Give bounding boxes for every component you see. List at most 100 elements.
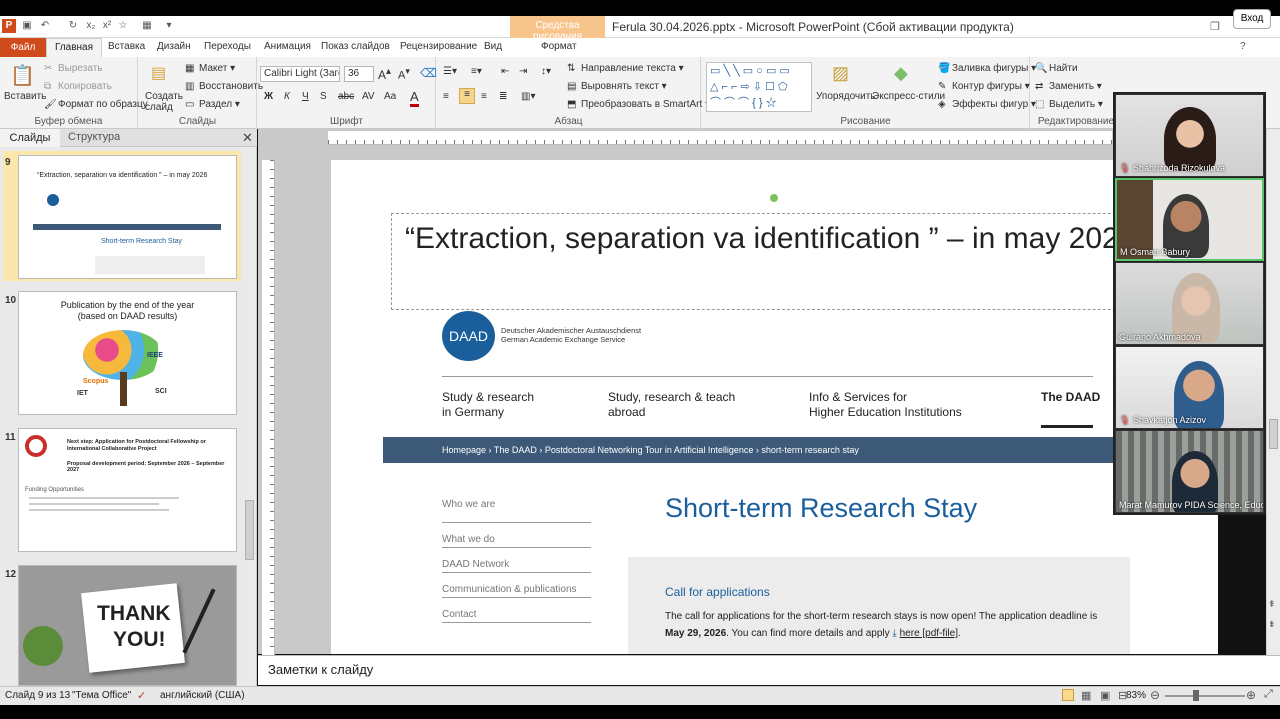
participant-tile[interactable]: Gulrano Akhmadova bbox=[1115, 262, 1264, 345]
tab-design[interactable]: Дизайн bbox=[157, 41, 191, 52]
participant-tile[interactable]: 🎙 Shavkatjon Azizov bbox=[1115, 346, 1264, 429]
shape-effects-button[interactable]: ◈ Эффекты фигур ▾ bbox=[938, 99, 1036, 110]
bullets-icon[interactable]: ☰▾ bbox=[443, 66, 457, 77]
participant-tile[interactable]: Marat Mamurov PIDA Science, Educ... bbox=[1115, 430, 1264, 513]
reading-view-icon[interactable]: ▣ bbox=[1100, 689, 1110, 702]
tab-view[interactable]: Вид bbox=[484, 41, 502, 52]
tab-insert[interactable]: Вставка bbox=[108, 41, 145, 52]
participant-tile[interactable]: 🎙 Shahrizoda Rizokulova bbox=[1115, 94, 1264, 177]
slide-canvas[interactable]: “Extraction, separation va identificatio… bbox=[331, 160, 1218, 654]
tab-home-active[interactable]: Главная bbox=[46, 38, 102, 57]
side-menu-item[interactable]: What we do bbox=[442, 523, 591, 548]
columns-icon[interactable]: ▥▾ bbox=[521, 91, 535, 102]
vertical-ruler[interactable] bbox=[262, 160, 275, 655]
shape-fill-button[interactable]: 🪣 Заливка фигуры ▾ bbox=[938, 63, 1036, 74]
side-menu-item[interactable]: DAAD Network bbox=[442, 548, 591, 573]
arrange-button[interactable]: Упорядочить bbox=[816, 91, 876, 102]
nav-item-study-germany[interactable]: Study & research in Germany bbox=[442, 390, 534, 420]
paste-icon[interactable]: 📋 bbox=[10, 63, 35, 88]
justify-icon[interactable]: ≣ bbox=[499, 91, 507, 102]
format-painter-button[interactable]: 🖌Формат по образцу bbox=[44, 99, 148, 110]
normal-view-icon[interactable] bbox=[1062, 689, 1074, 701]
call-link[interactable]: here [pdf-file] bbox=[900, 628, 958, 639]
redo-icon[interactable]: ↻ bbox=[66, 19, 80, 33]
table-icon[interactable]: ▦ bbox=[140, 19, 154, 33]
italic-button[interactable]: К bbox=[284, 91, 290, 102]
slide-thumbnail-12[interactable]: THANK YOU! bbox=[18, 565, 237, 686]
underline-button[interactable]: Ч bbox=[302, 91, 309, 102]
spellcheck-icon[interactable]: ✓ bbox=[137, 689, 146, 702]
align-center-icon[interactable]: ≡ bbox=[459, 88, 475, 104]
restore-icon[interactable]: ❐ bbox=[1210, 20, 1220, 33]
replace-button[interactable]: ⇄ Заменить ▾ bbox=[1035, 81, 1102, 92]
subscript-icon[interactable]: x₂ bbox=[84, 19, 98, 33]
section-button[interactable]: ▭ Раздел ▾ bbox=[185, 99, 240, 110]
prev-slide-icon[interactable]: ⇞ bbox=[1268, 599, 1276, 610]
font-name-select[interactable]: Calibri Light (Загол bbox=[260, 66, 340, 82]
star-icon[interactable]: ☆ bbox=[116, 19, 130, 33]
slide-thumbnail-11[interactable]: Next step: Application for Postdoctoral … bbox=[18, 428, 237, 552]
tab-slideshow[interactable]: Показ слайдов bbox=[321, 41, 390, 52]
find-button[interactable]: 🔍 Найти bbox=[1035, 63, 1078, 74]
outdent-icon[interactable]: ⇤ bbox=[501, 66, 509, 77]
numbering-icon[interactable]: ≡▾ bbox=[471, 66, 482, 77]
select-button[interactable]: ⬚ Выделить ▾ bbox=[1035, 99, 1103, 110]
clear-format-icon[interactable]: ⌫ bbox=[420, 66, 437, 80]
smartart-button[interactable]: ⬒Преобразовать в SmartArt ▾ bbox=[567, 99, 710, 110]
slide-thumbnail-9[interactable]: “Extraction, separation va identificatio… bbox=[18, 155, 237, 279]
slide-sorter-icon[interactable]: ▦ bbox=[1081, 689, 1091, 702]
rotate-handle[interactable] bbox=[770, 194, 778, 202]
tab-review[interactable]: Рецензирование bbox=[400, 41, 477, 52]
strike-button[interactable]: abc bbox=[338, 91, 354, 102]
line-spacing-icon[interactable]: ↕▾ bbox=[541, 66, 551, 77]
grow-font-icon[interactable]: A▴ bbox=[378, 66, 391, 82]
tab-file[interactable]: Файл bbox=[0, 38, 46, 57]
save-icon[interactable]: ▣ bbox=[20, 19, 34, 33]
reset-button[interactable]: ▥ Восстановить bbox=[185, 81, 263, 92]
slides-pane-scrollbar[interactable] bbox=[243, 150, 256, 685]
nav-item-study-abroad[interactable]: Study, research & teach abroad bbox=[608, 390, 735, 420]
side-menu-item[interactable]: Contact bbox=[442, 598, 591, 623]
slide-thumbnail-10[interactable]: Publication by the end of the year (base… bbox=[18, 291, 237, 415]
arrange-icon[interactable]: ▨ bbox=[832, 63, 849, 84]
daad-logo[interactable]: DAAD bbox=[442, 311, 495, 361]
new-slide-icon[interactable]: ▤ bbox=[151, 63, 166, 83]
notes-placeholder[interactable]: Заметки к слайду bbox=[268, 662, 373, 677]
shape-outline-button[interactable]: ✎ Контур фигуры ▾ bbox=[938, 81, 1030, 92]
shapes-gallery[interactable]: ▭ ╲ ╲ ▭ ○ ▭ ▭ △ ⌐ ⌐ ⇨ ⇩ ☐ ⬠ ⌒ ⌒ ⌒ { } ☆ bbox=[706, 62, 812, 112]
quick-styles-icon[interactable]: ◆ bbox=[894, 63, 908, 84]
theme-name[interactable]: "Тема Office" bbox=[72, 690, 131, 701]
participant-tile-active[interactable]: M Osman Babury bbox=[1115, 178, 1264, 261]
superscript-icon[interactable]: x² bbox=[100, 19, 114, 33]
font-color-button[interactable]: A bbox=[410, 89, 419, 107]
font-size-select[interactable]: 36 bbox=[344, 66, 374, 82]
side-menu-item[interactable]: Who we are bbox=[442, 498, 591, 523]
nav-item-the-daad[interactable]: The DAAD bbox=[1041, 390, 1100, 404]
help-icon[interactable]: ? bbox=[1240, 41, 1246, 52]
align-text-button[interactable]: ▤ Выровнять текст ▾ bbox=[567, 81, 667, 92]
new-slide-button[interactable]: Создать слайд bbox=[145, 91, 185, 113]
zoom-slider-thumb[interactable] bbox=[1193, 690, 1199, 701]
zoom-slider[interactable] bbox=[1165, 695, 1245, 697]
language[interactable]: английский (США) bbox=[160, 690, 245, 701]
cut-button[interactable]: ✂ Вырезать bbox=[44, 63, 102, 74]
breadcrumb-item[interactable]: Homepage bbox=[442, 445, 486, 455]
align-left-icon[interactable]: ≡ bbox=[443, 91, 449, 102]
shrink-font-icon[interactable]: A▾ bbox=[398, 66, 410, 82]
tab-format[interactable]: Формат bbox=[541, 41, 577, 52]
editor-vertical-scrollbar[interactable]: ⇞ ⇟ bbox=[1266, 129, 1280, 655]
zoom-in-icon[interactable]: ⊕ bbox=[1246, 688, 1256, 702]
zoom-out-icon[interactable]: ⊖ bbox=[1150, 688, 1160, 702]
paste-button[interactable]: Вставить bbox=[4, 91, 46, 102]
layout-button[interactable]: ▦ Макет ▾ bbox=[185, 63, 235, 74]
scroll-thumb[interactable] bbox=[1269, 419, 1278, 449]
shadow-button[interactable]: S bbox=[320, 91, 327, 102]
slide-title[interactable]: “Extraction, separation va identificatio… bbox=[405, 222, 1135, 256]
breadcrumb-item[interactable]: The DAAD bbox=[494, 445, 537, 455]
tab-animations[interactable]: Анимация bbox=[264, 41, 311, 52]
close-pane-icon[interactable]: ✕ bbox=[242, 130, 253, 146]
copy-button[interactable]: ⧉ Копировать bbox=[44, 81, 112, 92]
customize-qa-icon[interactable]: ▾ bbox=[162, 19, 176, 33]
indent-icon[interactable]: ⇥ bbox=[519, 66, 527, 77]
spacing-button[interactable]: AV bbox=[362, 91, 375, 102]
